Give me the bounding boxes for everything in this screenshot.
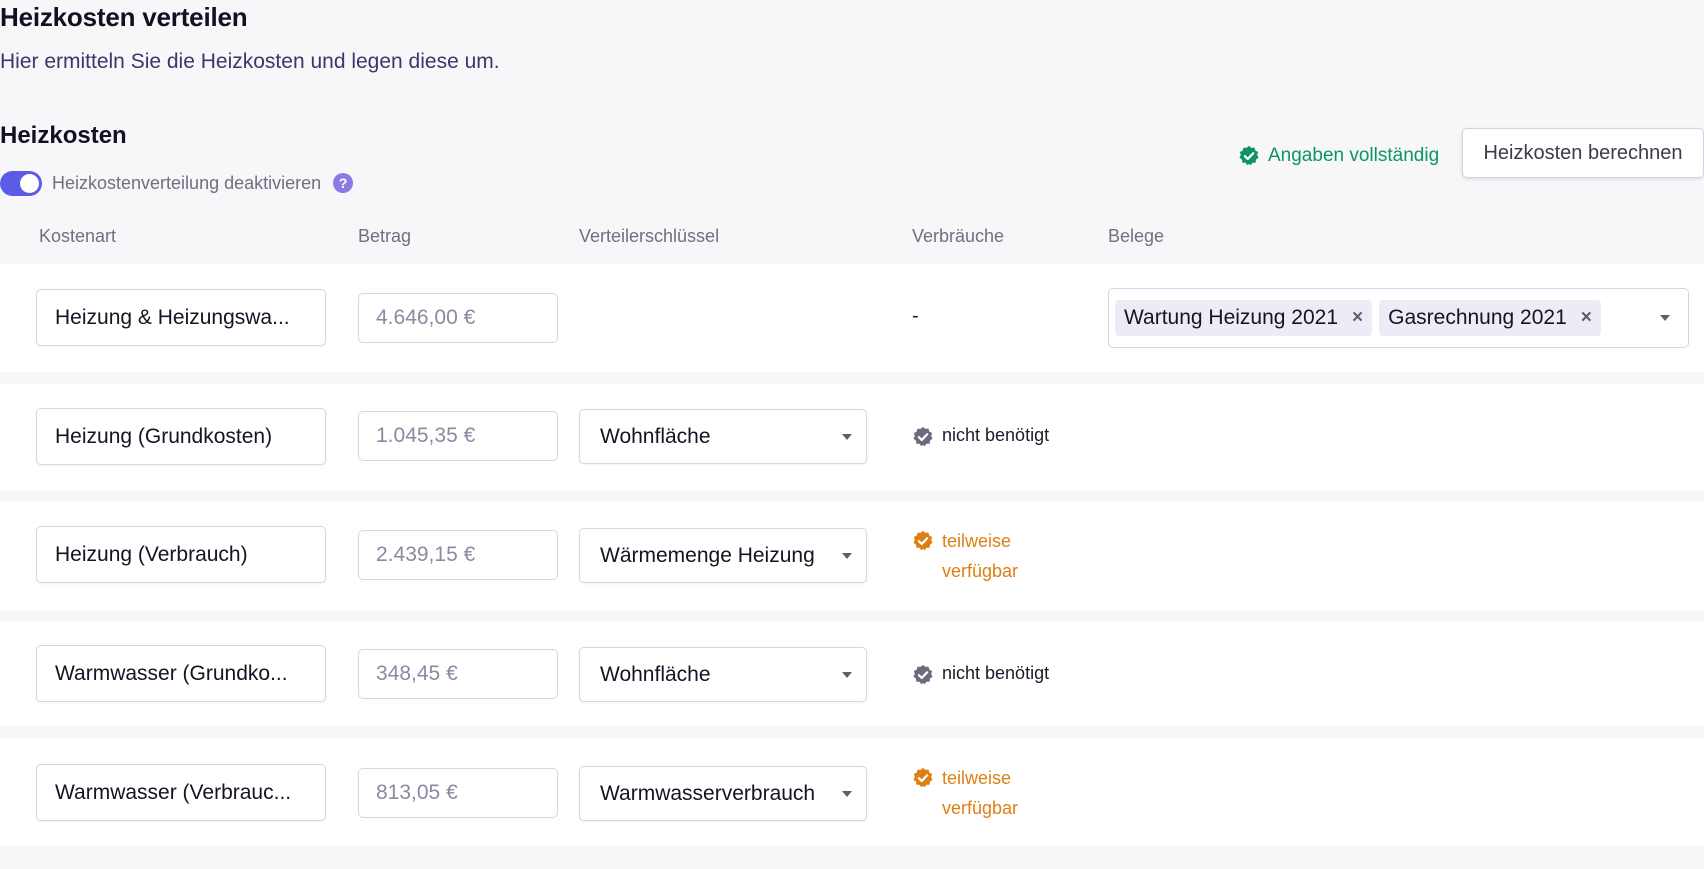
section-title: Heizkosten [0,122,127,149]
verbrauch-status-text: teilweise verfügbar [942,531,1019,581]
deactivate-toggle-row: Heizkostenverteilung deaktivieren ? [0,170,354,196]
chevron-down-icon [842,790,852,797]
toggle-knob [20,173,39,193]
betrag-input[interactable]: 2.439,15 € [358,530,558,580]
chevron-down-icon [842,671,852,678]
page-title: Heizkosten verteilen [0,2,248,32]
select-value: Warmwasserverbrauch [600,781,816,805]
close-icon[interactable]: × [1581,307,1592,329]
verteilerschluessel-select[interactable]: Wohnfläche [579,409,867,464]
verbrauch-status-text: nicht benötigt [942,425,1050,445]
table-row: Heizung & Heizungswa... 4.646,00 € - War… [0,264,1704,372]
chevron-down-icon [842,552,852,559]
calculate-heating-costs-button[interactable]: Heizkosten berechnen [1462,128,1704,178]
chevron-down-icon [842,433,852,440]
verified-badge-icon [913,664,933,685]
table-row: Heizung (Verbrauch) 2.439,15 € Wärmemeng… [0,502,1704,610]
column-header-verbraeuche: Verbräuche [912,226,1005,246]
verbrauch-status-text: teilweise verfügbar [942,768,1019,818]
column-header-verteilerschluessel: Verteilerschlüssel [579,226,720,246]
betrag-input[interactable]: 813,05 € [358,768,558,818]
verbrauch-value: - [912,305,919,327]
belege-multiselect[interactable]: Wartung Heizung 2021 × Gasrechnung 2021 … [1108,288,1689,348]
table-row: Warmwasser (Grundko... 348,45 € Wohnfläc… [0,621,1704,726]
betrag-input[interactable]: 1.045,35 € [358,411,558,461]
close-icon[interactable]: × [1352,307,1363,329]
verified-badge-icon [913,767,933,788]
beleg-tag-label: Gasrechnung 2021 [1388,306,1567,329]
status-complete-text: Angaben vollständig [1268,145,1440,166]
beleg-tag: Wartung Heizung 2021 × [1115,300,1373,336]
verified-badge-icon [1239,145,1259,166]
column-header-betrag: Betrag [358,226,412,246]
verbrauch-status: teilweise verfügbar [912,763,1018,823]
heizkosten-page: Heizkosten verteilen Hier ermitteln Sie … [0,0,1704,869]
kostenart-input[interactable]: Warmwasser (Verbrauc... [36,764,326,821]
verified-badge-icon [913,426,933,447]
kostenart-input[interactable]: Heizung & Heizungswa... [36,289,326,346]
table-row: Warmwasser (Verbrauc... 813,05 € Warmwas… [0,738,1704,846]
verbrauch-status: teilweise verfügbar [912,526,1018,586]
select-value: Wohnfläche [600,424,711,448]
status-complete: Angaben vollständig [1238,143,1439,169]
betrag-input[interactable]: 348,45 € [358,649,558,699]
verteilerschluessel-select[interactable]: Wärmemenge Heizung [579,528,867,583]
help-icon[interactable]: ? [333,173,354,193]
column-header-kostenart: Kostenart [39,226,117,246]
toggle-label: Heizkostenverteilung deaktivieren [52,172,322,193]
verbrauch-status: nicht benötigt [912,663,1049,686]
kostenart-input[interactable]: Heizung (Verbrauch) [36,526,326,583]
beleg-tag: Gasrechnung 2021 × [1379,300,1601,336]
verified-badge-icon [913,530,933,551]
kostenart-input[interactable]: Heizung (Grundkosten) [36,408,326,465]
verbrauch-status-text: nicht benötigt [942,663,1050,683]
verteilerschluessel-select[interactable]: Warmwasserverbrauch [579,766,867,821]
page-subtitle: Hier ermitteln Sie die Heizkosten und le… [0,50,500,73]
table-row: Heizung (Grundkosten) 1.045,35 € Wohnflä… [0,384,1704,490]
column-header-belege: Belege [1108,226,1165,246]
verteilerschluessel-select[interactable]: Wohnfläche [579,647,867,702]
deactivate-toggle[interactable] [0,170,42,196]
verbrauch-status: nicht benötigt [912,425,1049,448]
beleg-tag-label: Wartung Heizung 2021 [1124,306,1339,329]
select-value: Wärmemenge Heizung [600,543,815,567]
betrag-input[interactable]: 4.646,00 € [358,293,558,343]
kostenart-input[interactable]: Warmwasser (Grundko... [36,645,326,702]
chevron-down-icon[interactable] [1660,315,1670,321]
select-value: Wohnfläche [600,662,711,686]
